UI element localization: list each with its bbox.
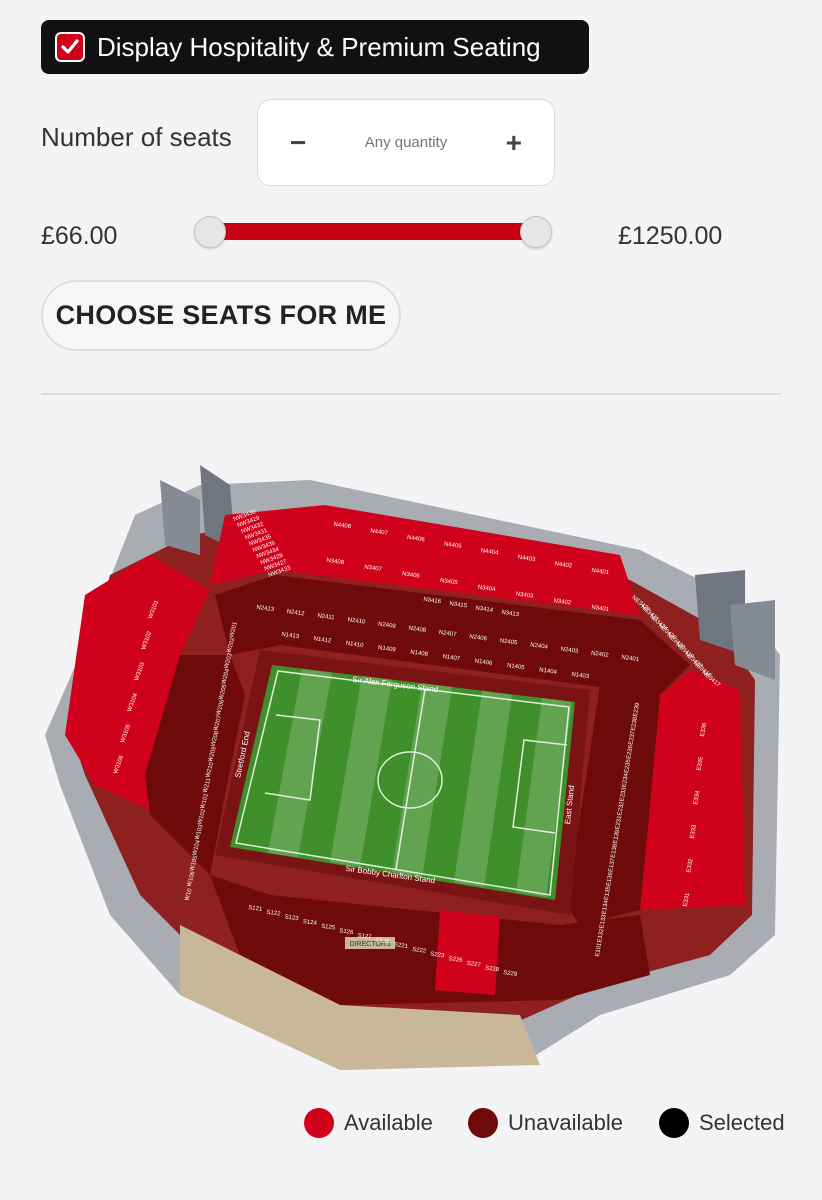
seats-label: Number of seats xyxy=(41,122,232,152)
legend-unavailable-label: Unavailable xyxy=(508,1110,623,1135)
quantity-input[interactable] xyxy=(336,134,476,151)
hospitality-label: Display Hospitality & Premium Seating xyxy=(97,31,541,62)
quantity-stepper: − + xyxy=(257,99,555,186)
divider xyxy=(41,393,781,395)
legend-available-swatch xyxy=(304,1108,334,1138)
legend-available: Available xyxy=(304,1108,433,1138)
price-range-slider[interactable] xyxy=(194,215,552,249)
legend-unavailable-swatch xyxy=(468,1108,498,1138)
price-range-track xyxy=(210,223,536,240)
legend-unavailable: Unavailable xyxy=(468,1108,623,1138)
decrease-quantity-button[interactable]: − xyxy=(290,127,306,159)
legend-selected-swatch xyxy=(659,1108,689,1138)
hospitality-checkbox[interactable] xyxy=(55,32,85,62)
choose-seats-button[interactable]: CHOOSE SEATS FOR ME xyxy=(41,280,401,351)
price-min-label: £66.00 xyxy=(41,222,118,250)
increase-quantity-button[interactable]: + xyxy=(506,127,522,159)
hospitality-toggle[interactable]: Display Hospitality & Premium Seating xyxy=(41,20,589,74)
price-max-handle[interactable] xyxy=(520,216,552,248)
price-min-handle[interactable] xyxy=(194,216,226,248)
price-max-label: £1250.00 xyxy=(618,222,723,250)
legend-selected: Selected xyxy=(659,1108,785,1138)
stadium-map[interactable]: Sir Alex Ferguson Stand Sir Bobby Charlt… xyxy=(40,455,780,1075)
south-available-blocks[interactable] xyxy=(435,910,500,995)
legend-available-label: Available xyxy=(344,1110,433,1135)
legend-selected-label: Selected xyxy=(699,1110,785,1135)
checkmark-icon xyxy=(61,39,79,54)
